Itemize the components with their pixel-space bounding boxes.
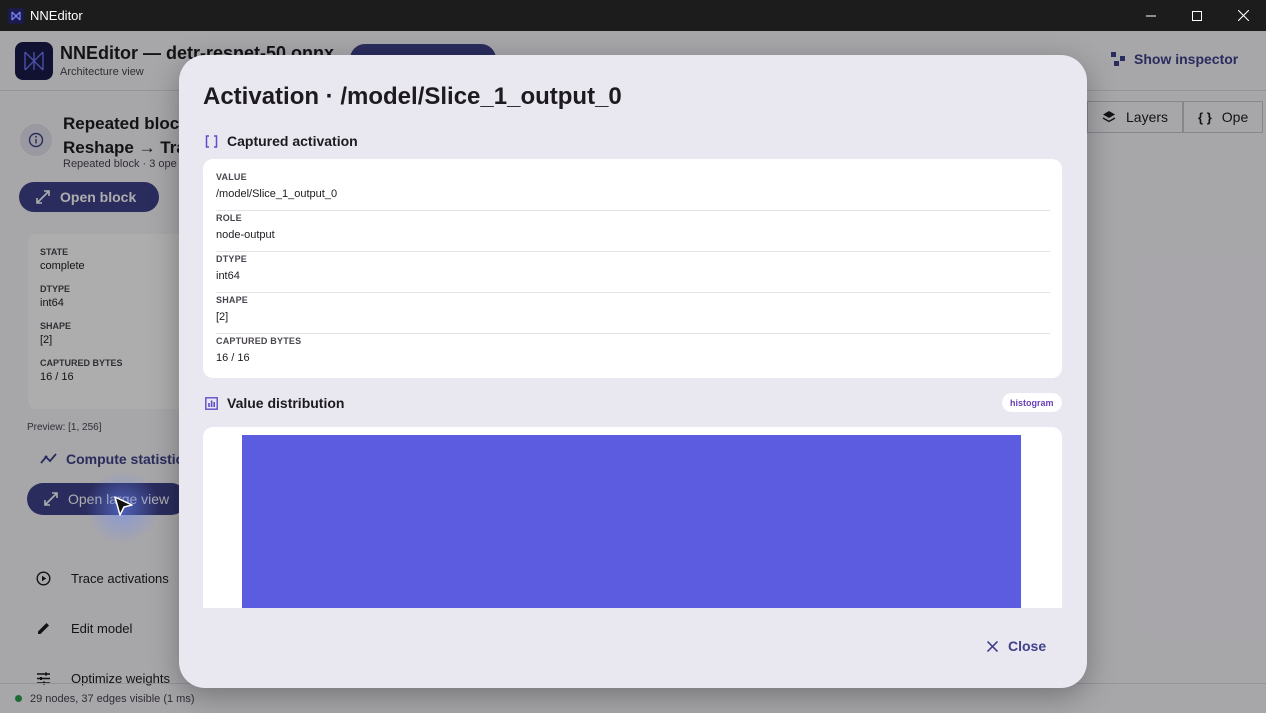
dialog-title: Activation · /model/Slice_1_output_0 [203,83,622,110]
window-title: NNEditor [30,8,83,23]
close-label: Close [1008,638,1047,654]
histogram-chart [242,435,1021,608]
bar-chart-icon [204,396,218,410]
info-row-shape: SHAPE [2] [216,293,1050,334]
field-label: ROLE [216,213,242,223]
window-titlebar: NNEditor [0,0,1266,31]
minimize-icon [1146,15,1156,16]
captured-activation-heading: Captured activation [204,133,358,149]
field-value: 16 / 16 [216,352,250,364]
maximize-button[interactable] [1174,0,1220,31]
value-distribution-label: Value distribution [227,395,345,411]
brackets-icon [204,134,218,148]
app-icon [8,7,24,24]
info-row-role: ROLE node-output [216,211,1050,252]
mouse-cursor-icon [114,496,133,516]
close-dialog-button[interactable]: Close [987,638,1046,654]
value-distribution-heading: Value distribution [204,395,344,411]
captured-activation-label: Captured activation [227,133,358,149]
info-row-dtype: DTYPE int64 [216,252,1050,293]
histogram-badge: histogram [1002,393,1062,412]
info-row-captured-bytes: CAPTURED BYTES 16 / 16 [216,334,1050,375]
field-label: VALUE [216,172,247,182]
field-value: /model/Slice_1_output_0 [216,188,338,200]
field-label: CAPTURED BYTES [216,336,302,346]
minimize-button[interactable] [1128,0,1174,31]
histogram-bar [242,435,1021,608]
maximize-icon [1192,10,1202,21]
close-icon [987,640,998,652]
close-icon [1237,10,1249,21]
activation-info-card: VALUE /model/Slice_1_output_0 ROLE node-… [203,159,1062,378]
activation-dialog: Activation · /model/Slice_1_output_0 Cap… [179,55,1087,688]
field-value: node-output [216,229,275,241]
info-row-value: VALUE /model/Slice_1_output_0 [216,170,1050,211]
histogram-card [203,427,1062,608]
field-value: int64 [216,270,240,282]
field-label: DTYPE [216,254,248,264]
close-window-button[interactable] [1220,0,1266,31]
field-label: SHAPE [216,295,249,305]
field-value: [2] [216,311,229,323]
